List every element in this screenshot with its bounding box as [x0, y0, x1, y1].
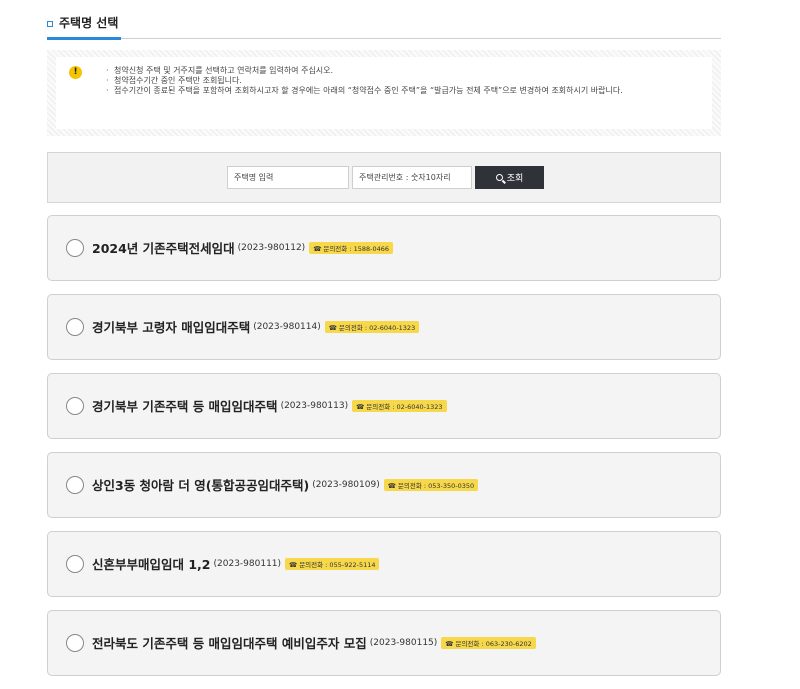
- search-icon: [495, 174, 503, 181]
- search-box: 조회: [47, 152, 721, 203]
- search-button[interactable]: 조회: [475, 166, 544, 189]
- phone-badge: ☎ 문의전화 : 02-6040-1323: [352, 399, 447, 412]
- notice-line: 청약신청 주택 및 거주지를 선택하고 연락처를 입력하여 주십시오.: [106, 66, 706, 76]
- house-code: (2023-980113): [280, 400, 349, 411]
- house-option-6[interactable]: 전라북도 기존주택 등 매입임대주택 예비입주자 모집 (2023-980115…: [47, 610, 721, 676]
- house-label: 전라북도 기존주택 등 매입임대주택 예비입주자 모집 (2023-980115…: [92, 633, 536, 652]
- title-underline: [47, 37, 121, 40]
- section-header: 주택명 선택: [47, 13, 721, 40]
- house-label: 경기북부 기존주택 등 매입임대주택 (2023-980113) ☎ 문의전화 …: [92, 396, 447, 415]
- section-title: 주택명 선택: [59, 16, 119, 30]
- house-name-input[interactable]: [227, 166, 349, 189]
- house-name: 경기북부 고령자 매입임대주택: [92, 320, 251, 335]
- radio-button[interactable]: [66, 476, 84, 494]
- notice-inner: ! 청약신청 주택 및 거주지를 선택하고 연락처를 입력하여 주십시오. 청약…: [56, 57, 712, 129]
- house-code: (2023-980115): [369, 637, 438, 648]
- house-option-2[interactable]: 경기북부 고령자 매입임대주택 (2023-980114) ☎ 문의전화 : 0…: [47, 294, 721, 360]
- phone-badge: ☎ 문의전화 : 063-230-6202: [441, 636, 536, 649]
- radio-button[interactable]: [66, 239, 84, 257]
- house-code: (2023-980109): [312, 479, 380, 490]
- house-label: 상인3동 청아람 더 영(통합공공임대주택) (2023-980109) ☎ 문…: [92, 475, 479, 494]
- radio-button[interactable]: [66, 397, 84, 415]
- notice-line: 접수기간이 종료된 주택을 포함하여 조회하시고자 할 경우에는 아래의 “청약…: [106, 86, 706, 96]
- house-option-4[interactable]: 상인3동 청아람 더 영(통합공공임대주택) (2023-980109) ☎ 문…: [47, 452, 721, 518]
- house-label: 2024년 기존주택전세임대 (2023-980112) ☎ 문의전화 : 15…: [92, 238, 394, 257]
- house-name: 경기북부 기존주택 등 매입임대주택: [92, 399, 278, 414]
- house-name: 2024년 기존주택전세임대: [92, 241, 235, 256]
- phone-badge: ☎ 문의전화 : 1588-0466: [309, 241, 394, 254]
- phone-badge: ☎ 문의전화 : 053-350-0350: [383, 478, 479, 491]
- radio-button[interactable]: [66, 318, 84, 336]
- house-number-input[interactable]: [352, 166, 472, 189]
- house-code: (2023-980111): [213, 558, 282, 569]
- house-name: 전라북도 기존주택 등 매입임대주택 예비입주자 모집: [92, 636, 367, 651]
- notice-box: ! 청약신청 주택 및 거주지를 선택하고 연락처를 입력하여 주십시오. 청약…: [47, 50, 721, 136]
- square-bullet-icon: [47, 21, 53, 27]
- search-button-label: 조회: [506, 174, 524, 184]
- house-code: (2023-980114): [253, 321, 321, 332]
- house-option-5[interactable]: 신혼부부매입임대 1,2 (2023-980111) ☎ 문의전화 : 055-…: [47, 531, 721, 597]
- house-option-1[interactable]: 2024년 기존주택전세임대 (2023-980112) ☎ 문의전화 : 15…: [47, 215, 721, 281]
- notice-line: 청약접수기간 중인 주택만 조회됩니다.: [106, 76, 706, 86]
- radio-button[interactable]: [66, 634, 84, 652]
- radio-button[interactable]: [66, 555, 84, 573]
- phone-badge: ☎ 문의전화 : 02-6040-1323: [324, 320, 420, 333]
- house-label: 신혼부부매입임대 1,2 (2023-980111) ☎ 문의전화 : 055-…: [92, 554, 380, 573]
- house-code: (2023-980112): [237, 242, 306, 253]
- house-label: 경기북부 고령자 매입임대주택 (2023-980114) ☎ 문의전화 : 0…: [92, 317, 420, 336]
- notice-list: 청약신청 주택 및 거주지를 선택하고 연락처를 입력하여 주십시오. 청약접수…: [106, 66, 706, 96]
- house-option-3[interactable]: 경기북부 기존주택 등 매입임대주택 (2023-980113) ☎ 문의전화 …: [47, 373, 721, 439]
- exclamation-icon: !: [69, 66, 82, 79]
- house-name: 상인3동 청아람 더 영(통합공공임대주택): [92, 478, 310, 493]
- house-name: 신혼부부매입임대 1,2: [92, 557, 211, 572]
- phone-badge: ☎ 문의전화 : 055-922-5114: [285, 557, 380, 570]
